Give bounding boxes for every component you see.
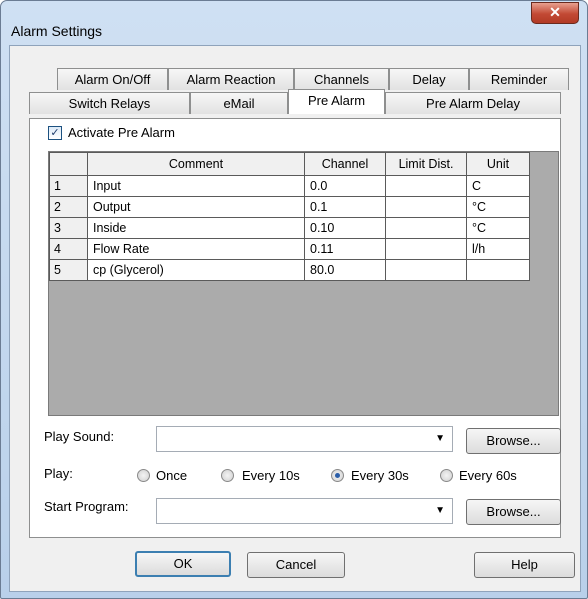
row-number[interactable]: 1	[49, 175, 88, 197]
radio-once-label[interactable]: Once	[156, 468, 187, 483]
tab-switch-relays[interactable]: Switch Relays	[29, 92, 190, 114]
tab-pre-alarm[interactable]: Pre Alarm	[288, 89, 385, 114]
tab-delay[interactable]: Delay	[389, 68, 469, 90]
tab-email[interactable]: eMail	[190, 92, 288, 114]
window-title: Alarm Settings	[11, 23, 103, 39]
play-label: Play:	[44, 466, 73, 481]
activate-pre-alarm-checkbox[interactable]: ✓	[48, 126, 62, 140]
column-header-channel[interactable]: Channel	[304, 152, 386, 176]
cell-unit[interactable]: l/h	[466, 238, 530, 260]
play-sound-label: Play Sound:	[44, 429, 115, 444]
start-program-browse-button[interactable]: Browse...	[466, 499, 561, 525]
close-icon: ✕	[549, 4, 561, 20]
cell-comment[interactable]: Input	[87, 175, 305, 197]
column-header-unit[interactable]: Unit	[466, 152, 530, 176]
tab-channels[interactable]: Channels	[294, 68, 389, 90]
cell-unit[interactable]: °C	[466, 196, 530, 218]
cell-unit[interactable]: C	[466, 175, 530, 197]
table-row[interactable]: 1 Input 0.0 C	[49, 175, 530, 197]
tab-alarm-on-off[interactable]: Alarm On/Off	[57, 68, 168, 90]
cell-comment[interactable]: Inside	[87, 217, 305, 239]
check-icon: ✓	[50, 127, 60, 139]
play-sound-dropdown[interactable]: ▼	[156, 426, 453, 452]
row-number[interactable]: 3	[49, 217, 88, 239]
cancel-button[interactable]: Cancel	[247, 552, 345, 578]
ok-button[interactable]: OK	[135, 551, 231, 577]
radio-every-60s-label[interactable]: Every 60s	[459, 468, 517, 483]
chevron-down-icon: ▼	[435, 505, 445, 516]
radio-every-10s[interactable]	[221, 469, 234, 482]
cell-channel[interactable]: 80.0	[304, 259, 386, 281]
cell-channel[interactable]: 0.0	[304, 175, 386, 197]
table-row[interactable]: 4 Flow Rate 0.11 l/h	[49, 238, 530, 260]
radio-every-30s[interactable]	[331, 469, 344, 482]
cell-limit-dist[interactable]	[385, 238, 467, 260]
close-button[interactable]: ✕	[531, 2, 579, 24]
cell-channel[interactable]: 0.11	[304, 238, 386, 260]
title-bar: Alarm Settings ✕	[1, 1, 587, 45]
cell-limit-dist[interactable]	[385, 217, 467, 239]
table-row[interactable]: 3 Inside 0.10 °C	[49, 217, 530, 239]
radio-every-10s-label[interactable]: Every 10s	[242, 468, 300, 483]
cell-comment[interactable]: cp (Glycerol)	[87, 259, 305, 281]
cell-comment[interactable]: Output	[87, 196, 305, 218]
activate-pre-alarm-label: Activate Pre Alarm	[68, 125, 175, 140]
cell-unit[interactable]	[466, 259, 530, 281]
tab-pre-alarm-delay[interactable]: Pre Alarm Delay	[385, 92, 561, 114]
column-header-comment[interactable]: Comment	[87, 152, 305, 176]
radio-once[interactable]	[137, 469, 150, 482]
cell-comment[interactable]: Flow Rate	[87, 238, 305, 260]
pre-alarm-table: Comment Channel Limit Dist. Unit 1 Input…	[49, 152, 530, 281]
start-program-dropdown[interactable]: ▼	[156, 498, 453, 524]
help-button[interactable]: Help	[474, 552, 575, 578]
radio-every-30s-label[interactable]: Every 30s	[351, 468, 409, 483]
tab-reminder[interactable]: Reminder	[469, 68, 569, 90]
pre-alarm-grid[interactable]: Comment Channel Limit Dist. Unit 1 Input…	[48, 151, 559, 416]
start-program-label: Start Program:	[44, 499, 129, 514]
table-row[interactable]: 2 Output 0.1 °C	[49, 196, 530, 218]
cell-channel[interactable]: 0.10	[304, 217, 386, 239]
row-number[interactable]: 5	[49, 259, 88, 281]
tab-alarm-reaction[interactable]: Alarm Reaction	[168, 68, 294, 90]
radio-every-60s[interactable]	[440, 469, 453, 482]
row-header-corner	[49, 152, 88, 176]
play-sound-browse-button[interactable]: Browse...	[466, 428, 561, 454]
chevron-down-icon: ▼	[435, 433, 445, 444]
alarm-settings-window: Alarm Settings ✕ Alarm On/Off Alarm Reac…	[0, 0, 588, 599]
cell-limit-dist[interactable]	[385, 196, 467, 218]
table-row[interactable]: 5 cp (Glycerol) 80.0	[49, 259, 530, 281]
row-number[interactable]: 4	[49, 238, 88, 260]
cell-limit-dist[interactable]	[385, 259, 467, 281]
table-header-row: Comment Channel Limit Dist. Unit	[49, 152, 530, 176]
cell-channel[interactable]: 0.1	[304, 196, 386, 218]
cell-limit-dist[interactable]	[385, 175, 467, 197]
column-header-limit-dist[interactable]: Limit Dist.	[385, 152, 467, 176]
row-number[interactable]: 2	[49, 196, 88, 218]
cell-unit[interactable]: °C	[466, 217, 530, 239]
